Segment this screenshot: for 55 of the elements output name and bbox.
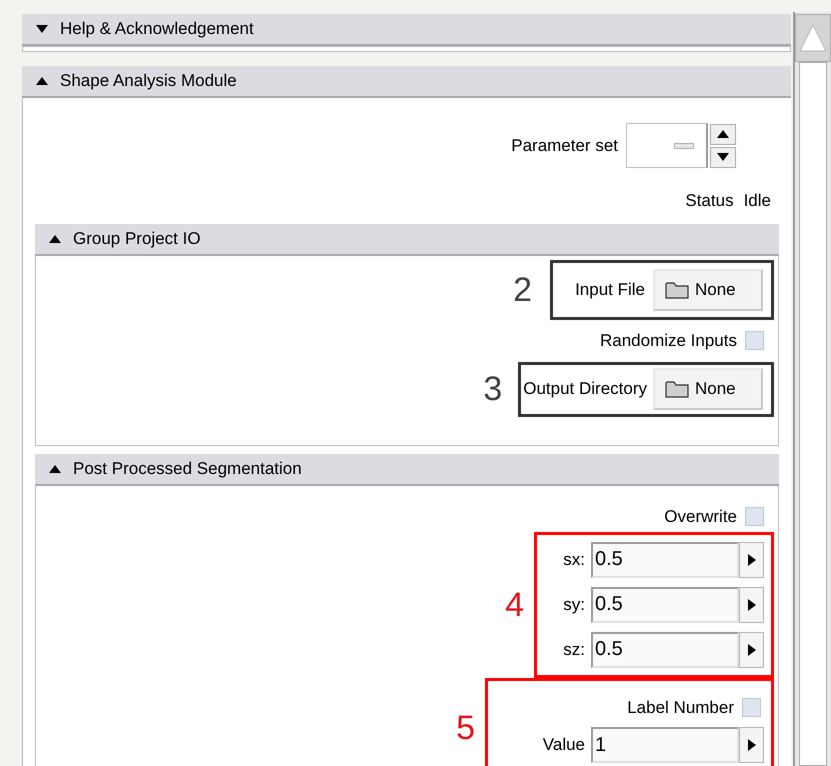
increment-button[interactable] <box>739 542 764 578</box>
number-field[interactable]: 0.5 <box>591 542 739 578</box>
panel-header[interactable]: Group Project IO <box>35 224 779 256</box>
spin-up-button[interactable] <box>710 124 736 144</box>
up-arrow-icon <box>717 130 729 138</box>
collapse-arrow-icon[interactable] <box>36 77 48 85</box>
collapse-arrow-icon[interactable] <box>49 234 61 242</box>
scroll-thumb[interactable] <box>799 62 827 766</box>
play-arrow-icon <box>748 739 756 751</box>
output-directory-label: Output Directory <box>523 378 647 400</box>
number-field[interactable]: 0.5 <box>591 632 739 668</box>
play-arrow-icon <box>748 644 756 656</box>
parameter-set-field[interactable] <box>626 123 708 168</box>
panel-header[interactable]: Help & Acknowledgement <box>22 14 791 46</box>
down-arrow-icon <box>717 153 729 161</box>
input-file-label: Input File <box>575 278 645 301</box>
panel-title: Post Processed Segmentation <box>73 458 302 480</box>
field-label: Value <box>542 734 585 756</box>
panel-title: Group Project IO <box>73 228 201 250</box>
parameter-set-label: Parameter set <box>511 134 618 157</box>
increment-button[interactable] <box>739 586 764 622</box>
checkbox-label: Randomize Inputs <box>600 330 737 352</box>
number-field[interactable]: 0.5 <box>591 586 739 622</box>
up-arrow-icon <box>798 23 828 53</box>
collapse-arrow-icon[interactable] <box>49 464 61 472</box>
panel-header[interactable]: Shape Analysis Module <box>22 66 791 98</box>
checkbox[interactable] <box>745 507 764 526</box>
file-chooser-button[interactable]: None <box>653 268 763 310</box>
checkbox-label: Overwrite <box>664 506 737 528</box>
callout-number: 4 <box>505 588 524 622</box>
field-label: sy: <box>563 594 585 616</box>
checkbox[interactable] <box>745 331 764 350</box>
status-label: Status <box>685 190 734 212</box>
panel-header[interactable]: Post Processed Segmentation <box>35 454 779 486</box>
folder-icon <box>665 380 689 398</box>
increment-button[interactable] <box>739 632 764 668</box>
callout-number: 3 <box>483 372 502 406</box>
callout-number: 5 <box>456 710 475 744</box>
field-label: sx: <box>563 548 585 571</box>
play-arrow-icon <box>748 554 756 566</box>
panel-title: Shape Analysis Module <box>60 70 237 92</box>
play-arrow-icon <box>748 598 756 610</box>
checkbox-label: Label Number <box>627 696 734 719</box>
file-chooser-button[interactable]: None <box>653 368 763 410</box>
spin-down-button[interactable] <box>710 146 736 168</box>
scrollbar[interactable] <box>793 12 831 766</box>
callout-number: 2 <box>513 272 532 306</box>
folder-icon <box>665 280 689 298</box>
number-field[interactable]: 1 <box>591 727 739 763</box>
field-label: sz: <box>563 638 585 661</box>
status-value: Idle <box>744 190 771 212</box>
panel-title: Help & Acknowledgement <box>60 18 254 40</box>
checkbox[interactable] <box>742 698 761 717</box>
expand-arrow-icon[interactable] <box>36 25 48 33</box>
increment-button[interactable] <box>739 727 764 763</box>
